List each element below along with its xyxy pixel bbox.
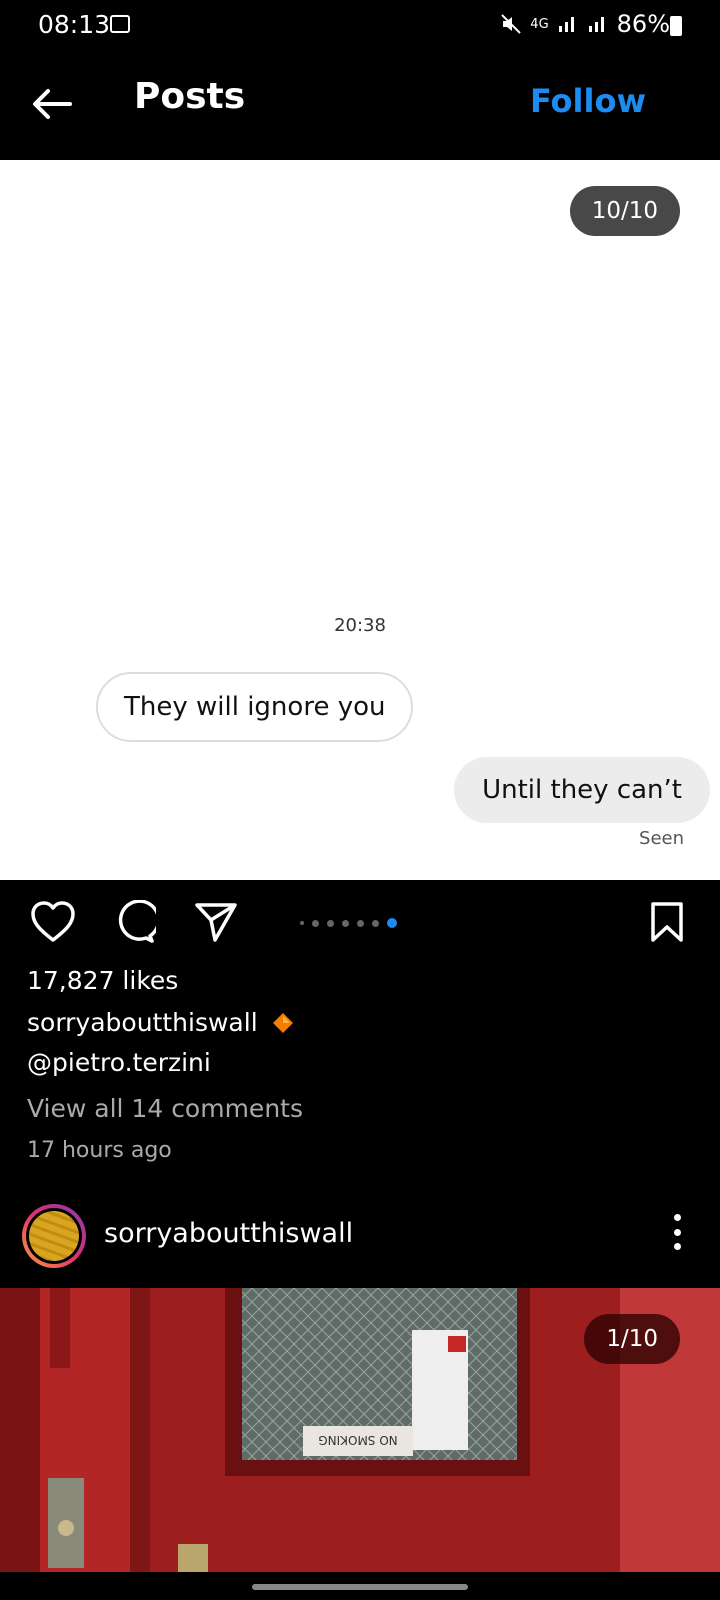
page-title: Posts xyxy=(134,76,246,117)
mute-icon xyxy=(501,14,522,34)
post-actions xyxy=(0,880,720,964)
status-icons: 4G 86% xyxy=(500,10,670,38)
battery-percent: 86% xyxy=(616,10,670,38)
status-bar: 08:13 4G 86% xyxy=(0,0,720,52)
carousel-dots xyxy=(300,918,397,928)
battery-icon xyxy=(670,16,682,36)
caption-author-row: sorryaboutthiswall xyxy=(27,1008,294,1037)
back-arrow-icon[interactable] xyxy=(28,80,76,128)
post-author[interactable]: sorryaboutthiswall xyxy=(104,1218,353,1249)
incoming-message: They will ignore you xyxy=(96,672,414,742)
like-heart-icon[interactable] xyxy=(30,900,76,944)
signal-icon-2 xyxy=(588,17,604,32)
seen-receipt: Seen xyxy=(639,828,684,849)
comment-icon[interactable] xyxy=(112,900,156,944)
save-bookmark-icon[interactable] xyxy=(648,900,686,944)
network-type: 4G xyxy=(530,16,549,32)
gallery-notification-icon xyxy=(110,15,130,33)
likes-count[interactable]: 17,827 likes xyxy=(27,966,178,995)
chat-timestamp: 20:38 xyxy=(334,615,386,636)
carousel-dot xyxy=(312,919,319,927)
verified-diamond-icon xyxy=(272,1012,293,1033)
system-nav-bar xyxy=(0,1572,720,1600)
carousel-dot xyxy=(300,921,304,925)
more-options-icon[interactable] xyxy=(674,1214,682,1250)
post-image[interactable]: 10/10 20:38 They will ignore you Until t… xyxy=(0,160,720,880)
status-time: 08:13 xyxy=(38,10,111,39)
sign-text: NO SMOKING xyxy=(318,1433,398,1447)
carousel-dot xyxy=(342,919,349,927)
carousel-counter: 10/10 xyxy=(569,186,680,236)
carousel-dot-active xyxy=(387,918,397,928)
post-image-2[interactable]: NO SMOKING 1/10 xyxy=(0,1288,720,1572)
carousel-counter-2: 1/10 xyxy=(584,1314,680,1364)
signal-icon xyxy=(558,17,574,32)
follow-button[interactable]: Follow xyxy=(530,82,646,120)
share-send-icon[interactable] xyxy=(193,900,239,944)
post-header: sorryaboutthiswall xyxy=(0,1196,720,1288)
carousel-dot xyxy=(327,919,334,927)
avatar[interactable] xyxy=(22,1204,86,1268)
caption-mention[interactable]: @pietro.terzini xyxy=(27,1048,211,1077)
caption-author[interactable]: sorryaboutthiswall xyxy=(27,1008,258,1037)
outgoing-message: Until they can’t xyxy=(454,757,710,823)
carousel-dot xyxy=(357,919,364,927)
home-gesture-handle[interactable] xyxy=(252,1584,468,1590)
carousel-dot xyxy=(372,919,379,927)
post-time-ago: 17 hours ago xyxy=(27,1138,172,1163)
view-comments-link[interactable]: View all 14 comments xyxy=(27,1094,303,1123)
top-bar: Posts Follow xyxy=(0,52,720,160)
